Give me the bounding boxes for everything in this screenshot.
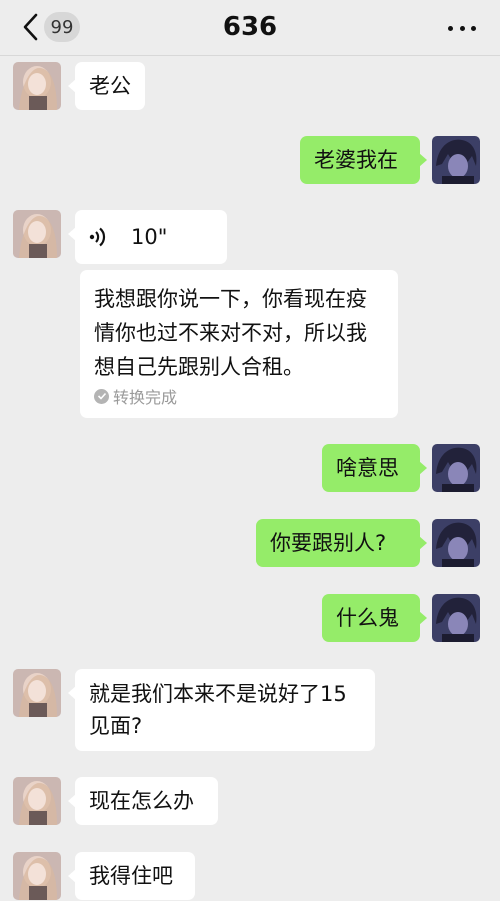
check-circle-icon (94, 388, 109, 404)
message-bubble-outgoing[interactable]: 啥意思 (322, 444, 427, 492)
transcript-status-label: 转换完成 (113, 388, 178, 407)
message-bubble-incoming[interactable]: 就是我们本来不是说好了15见面? (68, 669, 375, 751)
transcript-status: 转换完成 (94, 384, 177, 408)
contact-avatar[interactable] (13, 210, 61, 258)
my-avatar[interactable] (432, 594, 480, 642)
chat-title: 636 (222, 12, 278, 42)
message-bubble-outgoing[interactable]: 你要跟别人? (256, 519, 427, 567)
message-bubble-incoming[interactable]: 老公 (68, 62, 145, 110)
message-bubble-outgoing[interactable]: 老婆我在 (300, 136, 427, 184)
contact-avatar[interactable] (13, 852, 61, 900)
message-bubble-incoming[interactable]: 现在怎么办 (68, 777, 218, 825)
message-text: 啥意思 (336, 456, 399, 480)
my-avatar[interactable] (432, 519, 480, 567)
contact-avatar[interactable] (13, 669, 61, 717)
contact-avatar[interactable] (13, 777, 61, 825)
more-dot (459, 25, 465, 31)
message-text: 你要跟别人? (270, 531, 387, 555)
chat-header: 99 636 (0, 0, 500, 56)
message-text: 就是我们本来不是说好了15见面? (89, 682, 347, 738)
message-bubble-outgoing[interactable]: 什么鬼 (322, 594, 427, 642)
voice-wave-icon (89, 226, 107, 248)
message-text: 现在怎么办 (89, 789, 194, 813)
voice-transcript-bubble[interactable]: 我想跟你说一下，你看现在疫情你也过不来对不对，所以我想自己先跟别人合租。 转换完… (80, 270, 398, 418)
more-dots-icon (448, 25, 453, 31)
transcript-text: 我想跟你说一下，你看现在疫情你也过不来对不对，所以我想自己先跟别人合租。 (94, 287, 367, 379)
more-dot (471, 25, 476, 31)
my-avatar[interactable] (432, 136, 480, 184)
voice-duration: 10" (131, 225, 168, 249)
voice-message-bubble[interactable]: 10" (68, 210, 227, 264)
my-avatar[interactable] (432, 444, 480, 492)
message-text: 什么鬼 (336, 606, 399, 630)
message-text: 老公 (89, 74, 131, 98)
message-bubble-incoming[interactable]: 我得住吧 (68, 852, 195, 900)
contact-avatar[interactable] (13, 62, 61, 110)
message-text: 我得住吧 (89, 864, 173, 888)
more-button[interactable] (448, 16, 476, 40)
message-text: 老婆我在 (314, 148, 398, 172)
